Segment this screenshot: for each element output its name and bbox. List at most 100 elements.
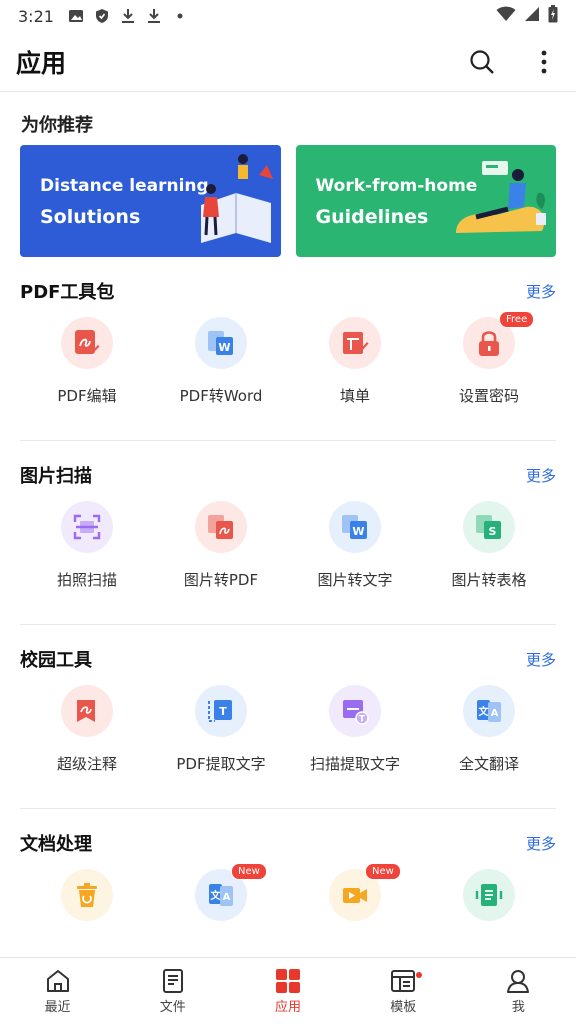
tool-photo-scan[interactable]: 拍照扫描 [20,501,154,590]
reading-illustration-icon [200,154,273,243]
file-icon [162,969,183,993]
tool-label: 全文翻译 [458,755,519,773]
tool-super-annotate[interactable]: 超级注释 [20,685,154,774]
bottom-tab-bar: 最近 文件 应用 模板 我 [0,957,576,1024]
svg-text:W: W [352,525,364,538]
free-badge: Free [499,311,535,328]
tool-label: 扫描提取文字 [309,755,400,773]
section-title: PDF工具包 [20,282,115,303]
tab-label: 我 [511,1000,525,1015]
banner-work-from-home[interactable]: Work-from-home Guidelines [295,145,556,257]
tool-fill-form[interactable]: 填单 [288,317,422,406]
tool-label: 图片转PDF [183,571,259,589]
tool-image-to-sheet[interactable]: S 图片转表格 [422,501,556,590]
tool-image-to-text[interactable]: W 图片转文字 [288,501,422,590]
tool-label: 超级注释 [56,755,117,773]
tool-label: 设置密码 [458,387,519,405]
banner-distance-learning[interactable]: Distance learning Solutions [20,145,281,257]
tab-apps[interactable]: 应用 [230,958,345,1024]
section-document-processing: 文档处理 更多 文A New New [0,809,576,921]
tab-files[interactable]: 文件 [115,958,230,1024]
person-icon [507,970,530,993]
recommend-title: 为你推荐 [21,115,93,136]
image-to-sheet-icon: S [476,515,501,539]
new-badge: New [231,863,267,880]
fill-form-icon [343,332,369,354]
template-icon [391,970,416,992]
home-icon [46,970,69,992]
tab-templates[interactable]: 模板 [346,958,461,1024]
tool-doc-clean[interactable] [20,869,154,921]
more-link[interactable]: 更多 [526,281,556,302]
page-title: 应用 [16,48,67,78]
more-link[interactable]: 更多 [526,649,556,670]
doc-video-icon [343,888,367,903]
tool-label: 拍照扫描 [56,571,117,589]
tool-label: 填单 [339,387,370,405]
app-bar: 应用 [0,32,576,92]
tool-doc-video[interactable]: New [288,863,422,921]
lock-icon [479,331,499,356]
tool-label: PDF编辑 [57,387,117,405]
wifi-icon [496,6,516,26]
tool-image-to-pdf[interactable]: 图片转PDF [154,501,288,590]
apps-content[interactable]: 为你推荐 Distance learning Solutions Work-fr… [0,93,576,957]
tool-pdf-to-word[interactable]: W PDF转Word [154,317,288,406]
recommend-banners: Distance learning Solutions Work-from-ho… [0,145,576,257]
more-vert-icon[interactable] [528,46,560,78]
tool-doc-sheet[interactable] [422,869,556,921]
doc-clean-icon [77,883,97,907]
svg-text:S: S [489,525,497,538]
download-icon [120,8,136,24]
section-title: 校园工具 [20,650,92,671]
annotate-icon [77,700,95,722]
search-icon[interactable] [466,46,498,78]
image-to-text-icon: W [342,515,367,539]
tool-translate[interactable]: 文A 全文翻译 [422,685,556,774]
svg-text:A: A [223,892,231,903]
apps-icon [276,969,300,993]
battery-icon [548,5,558,27]
translate-icon: 文A [477,700,501,722]
tab-label: 应用 [275,1000,302,1015]
tool-set-password[interactable]: Free 设置密码 [422,311,556,406]
new-badge: New [365,863,401,880]
image-to-pdf-icon [208,515,233,539]
section-title: 图片扫描 [20,466,92,487]
more-link[interactable]: 更多 [526,833,556,854]
section-title: 文档处理 [20,834,92,855]
doc-sheet-icon [475,884,503,906]
more-link[interactable]: 更多 [526,465,556,486]
pdf-extract-text-icon: T [208,700,232,722]
download-icon [146,8,162,24]
svg-text:A: A [491,708,499,719]
tool-scan-extract-text[interactable]: T 扫描提取文字 [288,685,422,774]
tab-recent[interactable]: 最近 [0,958,115,1024]
tab-label: 文件 [159,1000,186,1015]
tool-pdf-extract-text[interactable]: T PDF提取文字 [154,685,288,774]
status-time: 3:21 [18,6,54,26]
svg-text:W: W [218,341,230,354]
section-image-scan: 图片扫描 更多 拍照扫描 图片转PDF W 图片转文字 S 图片转表格 [0,441,576,625]
shield-notification-icon [94,8,110,24]
scan-extract-text-icon: T [343,700,369,725]
tab-label: 模板 [390,1000,417,1015]
pdf-edit-icon [75,330,100,354]
status-bar: 3:21 [0,0,576,32]
tool-doc-translate[interactable]: 文A New [154,863,288,921]
svg-text:T: T [219,705,227,718]
tool-label: 图片转文字 [317,571,393,589]
tab-label: 最近 [44,1000,71,1015]
svg-text:T: T [359,715,366,725]
tab-me[interactable]: 我 [461,958,576,1024]
signal-icon [524,6,540,26]
tool-pdf-edit[interactable]: PDF编辑 [20,317,154,406]
section-pdf-tools: PDF工具包 更多 PDF编辑 W PDF转Word 填单 Free 设置密码 [0,257,576,441]
tool-label: 图片转表格 [451,571,527,589]
pdf-to-word-icon: W [208,331,233,355]
svg-text:文: 文 [479,705,490,718]
section-campus-tools: 校园工具 更多 超级注释 T PDF提取文字 T 扫描提取文字 文 A 全文翻译 [0,625,576,809]
more-notifications-dot-icon [172,8,188,24]
sofa-illustration-icon [456,161,546,233]
scan-icon [73,514,101,540]
